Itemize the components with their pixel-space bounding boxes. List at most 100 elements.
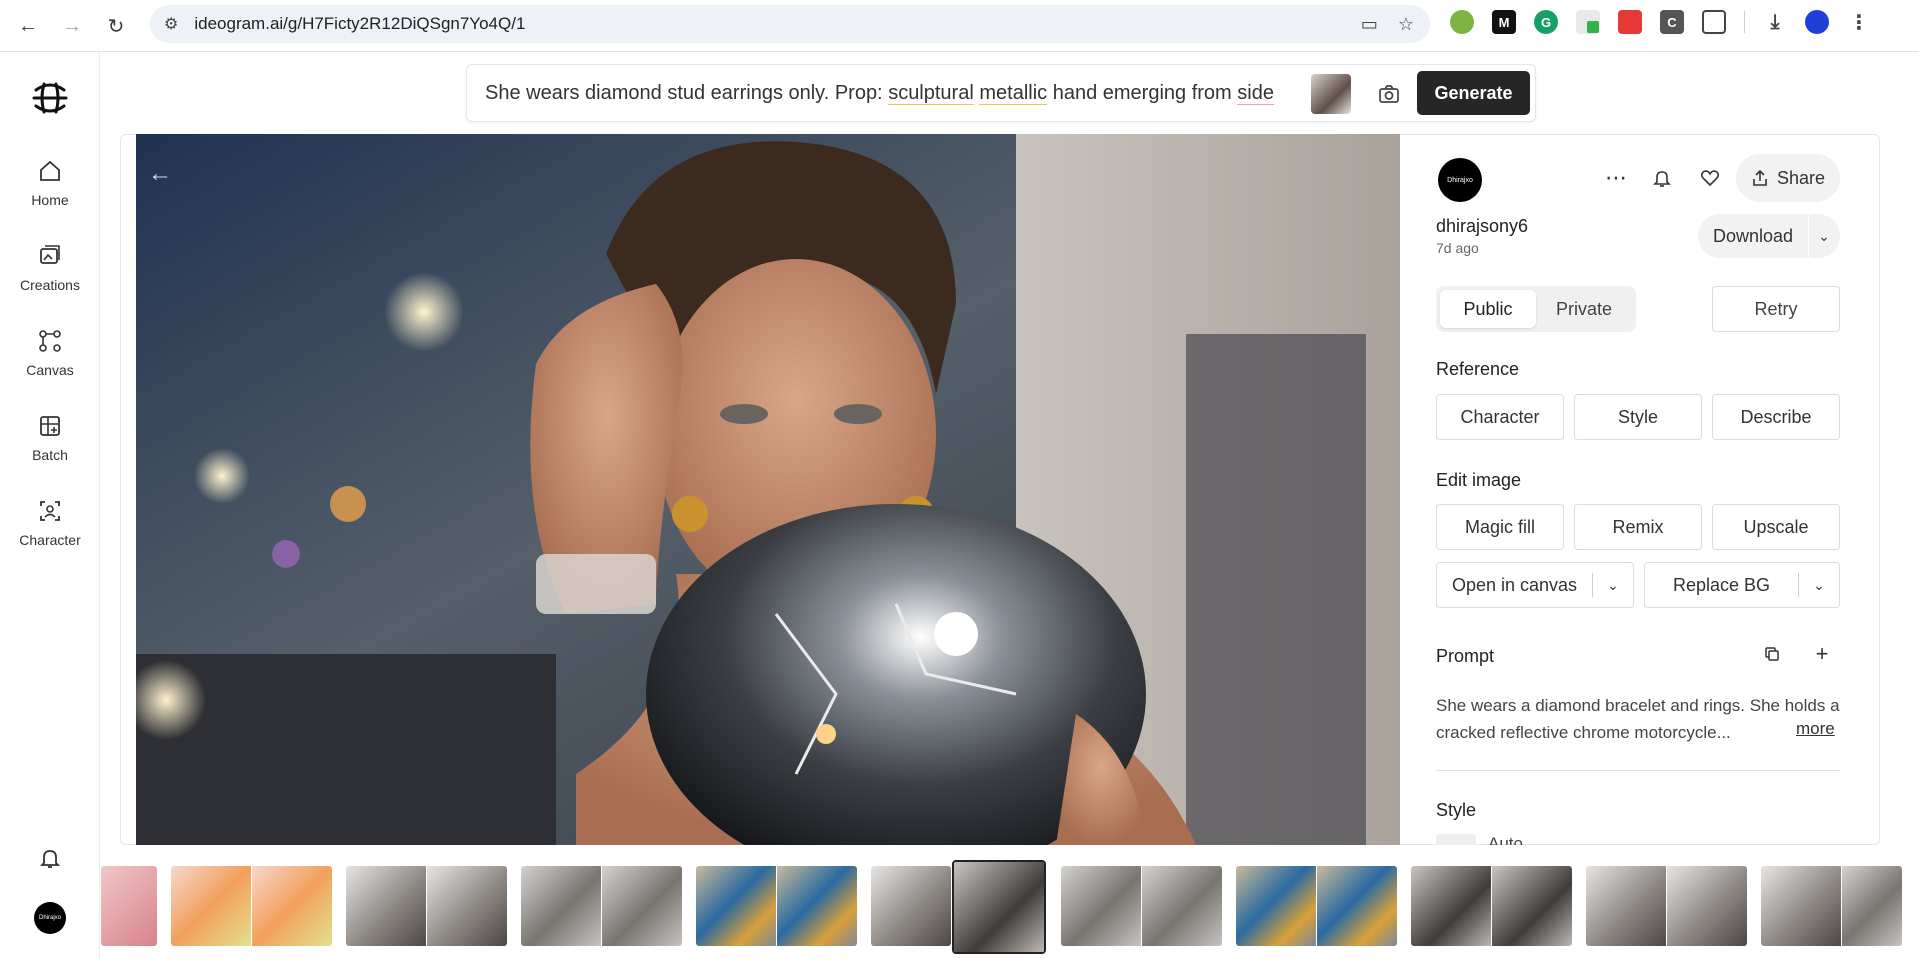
thumbnail-pair[interactable] [171,866,332,946]
thumbnail[interactable] [521,866,601,946]
reference-describe-button[interactable]: Describe [1712,394,1840,440]
sidebar-item-label: Canvas [26,362,74,378]
bookmark-star-icon[interactable]: ☆ [1398,14,1414,35]
profile-avatar-icon[interactable] [1805,10,1829,34]
bell-icon[interactable] [1646,162,1678,194]
magic-fill-button[interactable]: Magic fill [1436,504,1564,550]
thumbnail-pair[interactable] [101,866,157,946]
upscale-button[interactable]: Upscale [1712,504,1840,550]
thumbnail-pair[interactable] [521,866,682,946]
sidebar-item-label: Character [19,532,81,548]
extensions-puzzle-icon[interactable] [1702,10,1726,34]
forward-icon[interactable]: → [54,8,90,44]
replace-bg-button[interactable]: Replace BG ⌄ [1644,562,1840,608]
sidebar-item-home[interactable]: Home [0,158,100,208]
downloads-icon[interactable]: ⤓ [1763,10,1787,34]
thumbnail[interactable] [101,866,157,946]
chevron-down-icon[interactable]: ⌄ [1799,577,1839,594]
sidebar-item-batch[interactable]: Batch [0,413,100,463]
thumbnail[interactable] [777,866,857,946]
chevron-down-icon[interactable]: ⌄ [1593,577,1633,594]
thumbnail[interactable] [1492,866,1572,946]
prompt-reference-thumbnail[interactable] [1311,74,1351,114]
private-option[interactable]: Private [1536,290,1632,328]
prompt-input[interactable]: She wears diamond stud earrings only. Pr… [485,82,1305,105]
reload-icon[interactable]: ↻ [98,8,134,44]
plus-icon[interactable]: + [1808,640,1836,668]
thumbnail[interactable] [1411,866,1491,946]
user-avatar[interactable]: Dhirajxo [34,902,66,934]
thumbnail[interactable] [602,866,682,946]
thumbnail[interactable] [1317,866,1397,946]
remix-button[interactable]: Remix [1574,504,1702,550]
extension-medium-icon[interactable]: M [1492,10,1516,34]
visibility-toggle[interactable]: Public Private [1436,286,1636,332]
url-text[interactable]: ideogram.ai/g/H7Ficty2R12DiQSgn7Yo4Q/1 [194,14,525,34]
browser-menu-icon[interactable]: ⋮ [1847,10,1871,34]
reference-style-button[interactable]: Style [1574,394,1702,440]
thumbnail[interactable] [427,866,507,946]
share-button[interactable]: Share [1736,154,1840,202]
thumbnail-selected[interactable] [952,860,1046,954]
thumbnail[interactable] [871,866,951,946]
sidebar-item-creations[interactable]: Creations [0,243,100,293]
install-app-icon[interactable]: ▭ [1361,14,1378,35]
prompt-title: Prompt [1436,646,1495,666]
browser-toolbar: ← → ↻ ⚙ ideogram.ai/g/H7Ficty2R12DiQSgn7… [0,0,1919,52]
copy-icon[interactable] [1758,640,1786,668]
site-info-icon[interactable]: ⚙ [164,14,178,34]
avatar-text: Dhirajxo [1447,176,1473,184]
thumbnail-pair[interactable] [1061,866,1222,946]
thumbnail[interactable] [1667,866,1747,946]
thumbnail[interactable] [171,866,251,946]
thumbnail[interactable] [1586,866,1666,946]
generate-button[interactable]: Generate [1417,71,1530,115]
thumbnail-pair[interactable] [871,866,951,946]
extension-red-icon[interactable] [1618,10,1642,34]
thumbnail[interactable] [346,866,426,946]
notifications-bell-icon[interactable] [36,844,64,872]
thumbnail-pair[interactable] [1411,866,1572,946]
owner-name[interactable]: dhirajsony6 [1436,216,1528,237]
more-link[interactable]: more [1796,719,1835,739]
prompt-word-underlined: sculptural [888,82,974,105]
thumbnail[interactable] [954,862,1044,952]
prompt-bar[interactable]: She wears diamond stud earrings only. Pr… [466,64,1536,122]
thumbnail-pair[interactable] [1586,866,1747,946]
extension-bulb-icon[interactable] [1450,10,1474,34]
extension-grammarly-icon[interactable]: G [1534,10,1558,34]
public-option[interactable]: Public [1440,290,1536,328]
camera-icon[interactable] [1377,82,1401,106]
open-in-canvas-button[interactable]: Open in canvas ⌄ [1436,562,1634,608]
owner-avatar[interactable]: Dhirajxo [1438,158,1482,202]
back-icon[interactable]: ← [10,8,46,44]
sidebar-item-canvas[interactable]: Canvas [0,328,100,378]
chevron-down-icon[interactable]: ⌄ [1809,228,1839,245]
retry-button[interactable]: Retry [1712,286,1840,332]
thumbnail[interactable] [1761,866,1841,946]
thumbnail-pair[interactable] [346,866,507,946]
generated-image [136,134,1400,845]
extension-c-icon[interactable]: C [1660,10,1684,34]
reference-character-button[interactable]: Character [1436,394,1564,440]
download-button[interactable]: Download ⌄ [1698,214,1840,258]
share-label: Share [1776,167,1826,188]
thumbnail-pair[interactable] [1761,866,1902,946]
heart-icon[interactable] [1694,162,1726,194]
thumbnail-pair[interactable] [1236,866,1397,946]
thumbnail-pair[interactable] [696,866,857,946]
thumbnail[interactable] [252,866,332,946]
thumbnail[interactable] [696,866,776,946]
more-options-icon[interactable]: ⋯ [1600,162,1632,194]
style-title: Style [1436,800,1477,820]
thumbnail[interactable] [1842,866,1902,946]
thumbnail[interactable] [1061,866,1141,946]
thumbnail[interactable] [1236,866,1316,946]
back-arrow-icon[interactable]: ← [148,160,176,187]
ideogram-logo-icon[interactable] [28,76,72,120]
address-bar[interactable]: ⚙ ideogram.ai/g/H7Ficty2R12DiQSgn7Yo4Q/1… [150,5,1430,43]
thumbnail[interactable] [1142,866,1222,946]
extension-green-icon[interactable] [1576,10,1600,34]
sidebar-item-character[interactable]: Character [0,498,100,548]
prompt-word-underlined: metallic [979,82,1048,105]
